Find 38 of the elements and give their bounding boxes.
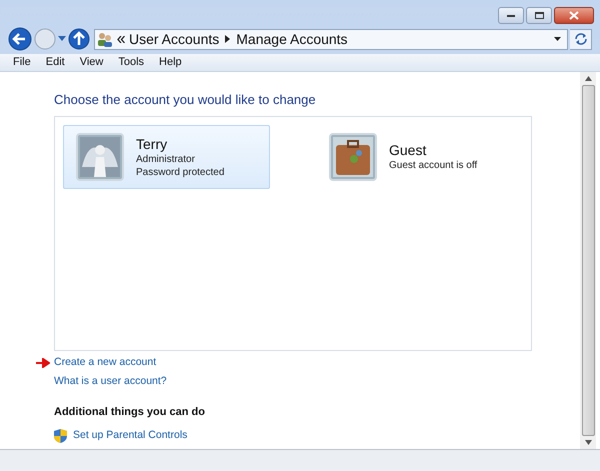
up-icon[interactable] xyxy=(68,28,90,50)
menu-item[interactable]: Help xyxy=(156,54,185,71)
menu-item[interactable]: View xyxy=(76,54,106,71)
link[interactable]: What is a user account? xyxy=(54,374,167,390)
maximize-button[interactable] xyxy=(526,7,552,24)
shield-icon xyxy=(54,428,67,442)
account-detail: Guest account is off xyxy=(389,159,478,172)
minimize-button[interactable] xyxy=(498,7,524,24)
chevron-icon[interactable] xyxy=(225,35,230,43)
scrollbar[interactable] xyxy=(580,72,596,449)
scroll-up-icon[interactable] xyxy=(584,76,592,81)
double-chevron-icon[interactable] xyxy=(117,36,125,42)
account-detail: Password protected xyxy=(136,166,224,178)
breadcrumb[interactable]: Manage Accounts xyxy=(236,28,348,50)
account-tile[interactable]: Guest Guest account is off xyxy=(316,125,523,189)
section-title: Additional things you can do xyxy=(54,405,206,420)
breadcrumb[interactable]: User Accounts xyxy=(129,28,220,50)
account-name: Terry xyxy=(136,136,168,152)
users-icon xyxy=(97,32,113,46)
menu-item[interactable]: Tools xyxy=(115,54,148,71)
account-detail: Administrator xyxy=(136,152,196,166)
scroll-down-icon[interactable] xyxy=(584,440,592,445)
refresh-icon xyxy=(574,33,588,45)
link[interactable]: Create a new account xyxy=(54,355,156,371)
address-bar[interactable]: User Accounts Manage Accounts xyxy=(94,28,568,50)
account-name: Guest xyxy=(389,142,428,159)
close-icon xyxy=(569,11,579,20)
dropdown-icon[interactable] xyxy=(554,36,561,42)
link[interactable]: Set up Parental Controls xyxy=(73,428,188,444)
page-heading: Choose the account you would like to change xyxy=(54,91,317,108)
account-picture xyxy=(329,133,377,181)
account-picture xyxy=(76,133,124,181)
menu-item[interactable]: Edit xyxy=(42,54,68,71)
back-icon[interactable] xyxy=(8,27,32,51)
menu-item[interactable]: File xyxy=(10,54,34,71)
account-tile[interactable]: Terry Administrator Password protected xyxy=(63,125,270,189)
refresh-button[interactable] xyxy=(570,28,592,50)
close-button[interactable] xyxy=(554,7,594,24)
